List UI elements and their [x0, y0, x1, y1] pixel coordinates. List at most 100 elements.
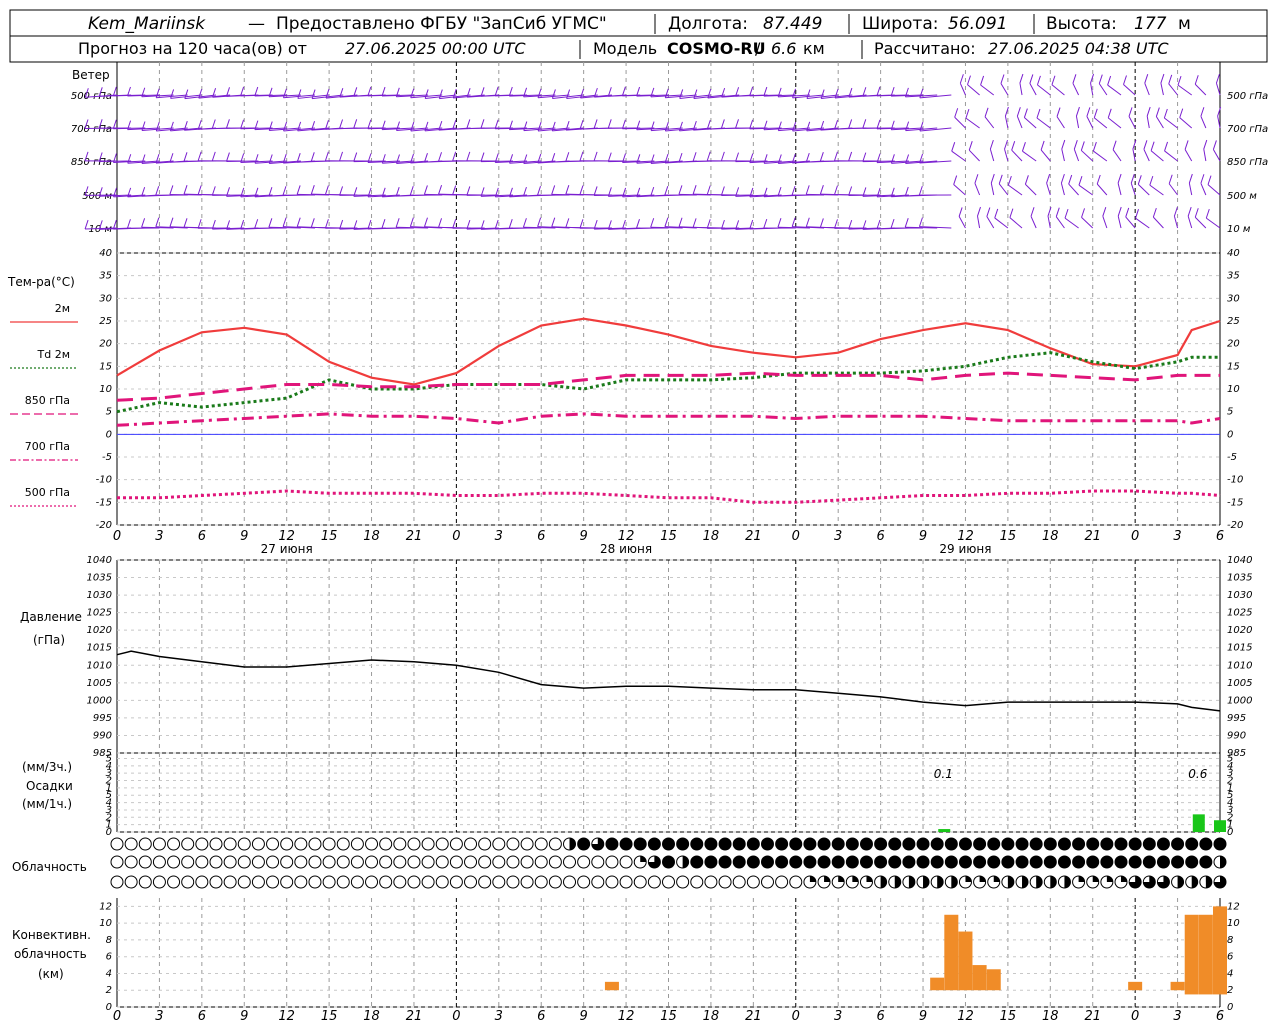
cloud-symbol: [294, 875, 308, 889]
wind-barb-feather: [1036, 108, 1041, 119]
wind-barb-feather: [721, 87, 726, 98]
cloud-fill: [1177, 875, 1184, 888]
time-tick-label: 9: [919, 529, 927, 544]
legend-label: 850 гПа: [25, 394, 70, 407]
wind-barb-feather: [1000, 74, 1005, 84]
pressure-y-tick-right: 1000: [1227, 695, 1252, 706]
wind-barb-feather: [296, 185, 301, 195]
cloud-symbol: [478, 837, 492, 851]
cloud-fill: [1016, 838, 1029, 850]
temp-y-tick-right: 40: [1227, 248, 1240, 259]
wind-barb: [1194, 216, 1207, 229]
wind-barb-feather: [1130, 174, 1135, 184]
wind-barb-feather: [310, 218, 315, 228]
time-tick-label-bottom: 6: [198, 1009, 206, 1024]
wind-barb: [994, 217, 1009, 229]
wind-barb-feather: [959, 74, 964, 84]
wind-barb-feather: [1107, 75, 1112, 86]
wind-barb-feather: [466, 119, 471, 129]
pressure-y-tick-left: 1040: [87, 555, 112, 566]
wind-barb-feather: [1055, 207, 1060, 217]
cloud-fill: [824, 875, 831, 882]
wind-barb-feather: [1160, 73, 1165, 84]
pressure-panel-unit: (гПа): [33, 633, 65, 647]
wind-barb: [1160, 82, 1164, 96]
wind-barb-feather: [1123, 75, 1127, 85]
wind-barb: [1072, 83, 1080, 96]
cloud-symbol: [209, 875, 223, 889]
cloud-fill: [1016, 856, 1029, 868]
wind-barb-feather: [452, 219, 457, 229]
cloud-symbol: [746, 875, 760, 889]
wind-barb-feather: [112, 119, 117, 129]
time-tick-label: 18: [1042, 529, 1059, 544]
temp-y-tick-right: 35: [1227, 271, 1240, 282]
wind-barb-feather: [183, 218, 188, 228]
time-tick-label-bottom: 12: [618, 1009, 635, 1024]
conv-title-3: (км): [38, 967, 64, 981]
wind-barb-feather: [819, 218, 824, 228]
cloud-symbol: [464, 875, 478, 889]
wind-barb-feather: [1177, 75, 1182, 86]
pressure-y-tick-left: 1010: [87, 660, 112, 671]
wind-barb-feather: [593, 87, 598, 98]
wind-barb: [1107, 84, 1122, 96]
cloud-fill: [1058, 856, 1071, 868]
cloud-fill: [838, 876, 845, 882]
cloud-fill: [1185, 856, 1198, 868]
wind-barb: [1019, 82, 1023, 96]
wind-barb: [1000, 83, 1009, 96]
wind-barb-feather: [112, 86, 117, 97]
wind-barb-feather: [994, 208, 999, 219]
wind-barb: [1025, 183, 1037, 196]
cloud-symbol: [520, 837, 534, 851]
time-tick-label-bottom: 6: [876, 1009, 884, 1024]
cloud-fill: [1001, 838, 1014, 850]
cloud-fill: [1100, 838, 1113, 850]
cloud-fill: [1143, 838, 1156, 850]
wind-barb-feather: [438, 218, 443, 228]
cloud-fill: [1129, 856, 1142, 868]
wind-barb-feather: [579, 151, 584, 161]
wind-barb: [1168, 183, 1178, 196]
wind-barb-feather: [282, 186, 287, 196]
cloud-symbol: [449, 855, 463, 869]
cloud-fill: [931, 856, 944, 868]
wind-barb: [965, 117, 980, 129]
cloud-symbol: [379, 875, 393, 889]
wind-barb-feather: [1203, 139, 1208, 150]
cloud-fill: [1199, 856, 1212, 868]
wind-barb-feather: [1040, 140, 1045, 151]
cloud-symbol: [775, 875, 789, 889]
wind-barb-feather: [1188, 173, 1193, 184]
wind-barb-feather: [1078, 176, 1083, 186]
cloud-fill: [1086, 856, 1099, 868]
wind-barb: [998, 183, 1009, 196]
wind-barb-feather: [1150, 141, 1155, 151]
wind-barb-feather: [155, 186, 160, 196]
wind-barb-feather: [1080, 141, 1085, 151]
cloud-symbol: [690, 875, 704, 889]
temp-y-tick-right: -10: [1227, 475, 1243, 486]
cloud-fill: [987, 838, 1000, 850]
cloud-fill: [1007, 876, 1014, 888]
conv-bar: [604, 981, 619, 991]
cloud-symbol: [506, 855, 520, 869]
wind-barb-feather: [720, 186, 725, 196]
cloud-symbol: [266, 855, 280, 869]
wind-barb-feather: [169, 185, 174, 195]
cloud-symbol: [506, 875, 520, 889]
cloud-fill: [704, 856, 717, 868]
conv-bar: [1170, 981, 1185, 991]
wind-barb-feather: [1073, 140, 1078, 150]
wind-barb-feather: [211, 151, 216, 162]
wind-barb-feather: [254, 219, 259, 229]
cloud-fill: [1044, 838, 1057, 850]
pressure-panel-title: Давление: [20, 610, 82, 624]
conv-bar: [986, 969, 1001, 991]
wind-barb: [1046, 182, 1051, 196]
time-tick-label-bottom: 15: [660, 1009, 677, 1024]
cloud-fill: [1050, 876, 1057, 889]
cloud-symbol: [435, 837, 449, 851]
pressure-y-tick-left: 1015: [87, 643, 112, 654]
